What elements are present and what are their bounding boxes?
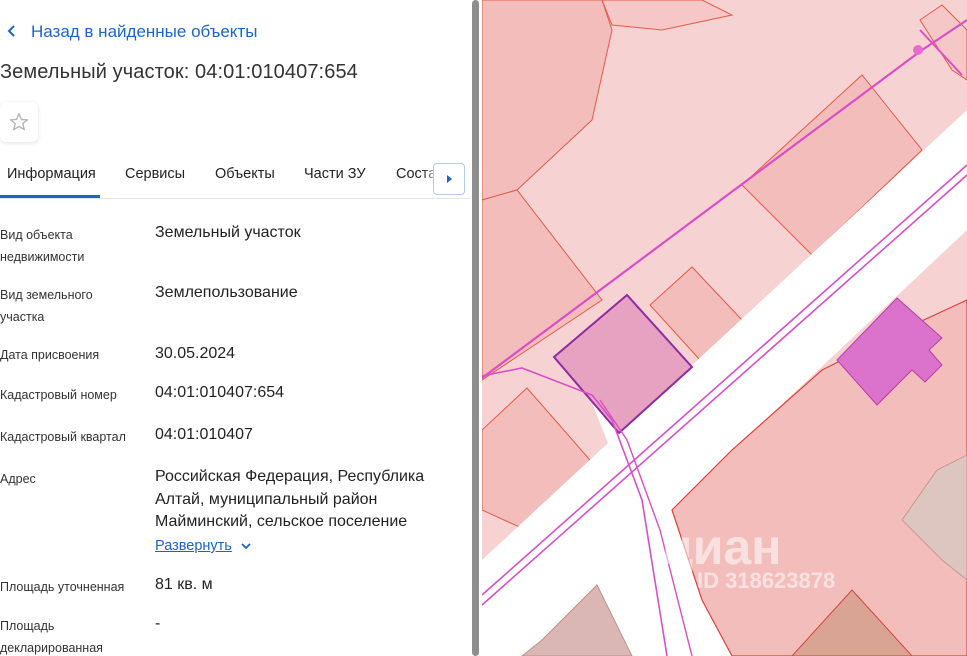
expand-label: Развернуть [155,538,232,554]
value-object-type: Земельный участок [155,224,301,241]
value-address: Российская Федерация, Республика Алтай, … [155,468,425,530]
star-icon [9,113,29,131]
panel-splitter[interactable] [471,0,481,656]
label-area: Площадь уточненная [0,580,125,594]
favorite-button[interactable] [0,102,38,142]
value-land-type: Землепользование [155,284,298,301]
value-cad-quarter: 04:01:010407 [155,426,253,443]
label-object-type: Вид объекта недвижимости [0,228,85,264]
value-declared-area: - [155,615,161,632]
expand-address-link[interactable]: Развернуть [155,538,252,554]
page-title: Земельный участок: 04:01:010407:654 [0,61,358,83]
tab-bar: Информация Сервисы Объекты Части ЗУ Сост… [0,158,470,199]
tab-parts[interactable]: Части ЗУ [304,166,366,182]
map-point [913,45,923,55]
label-cad-quarter: Кадастровый квартал [0,430,126,444]
parcel [919,4,967,81]
tab-objects[interactable]: Объекты [215,166,275,182]
value-cad-number: 04:01:010407:654 [155,384,285,401]
back-link-label: Назад в найденные объекты [31,22,258,41]
info-panel: Назад в найденные объекты Земельный учас… [0,0,470,656]
back-link[interactable]: Назад в найденные объекты [6,20,257,44]
caret-right-icon [447,175,452,183]
label-land-type: Вид земельного участка [0,288,93,324]
parcel [601,0,734,31]
watermark-id: ID 318623878 [697,568,836,593]
label-cad-number: Кадастровый номер [0,388,117,402]
parcel [482,0,613,201]
label-address: Адрес [0,472,36,486]
cadastral-map[interactable]: циан ID 318623878 [482,0,967,656]
value-date: 30.05.2024 [155,345,236,362]
chevron-left-icon [6,22,26,42]
label-declared-area: Площадь декларированная [0,619,103,655]
tab-info[interactable]: Информация [7,166,96,182]
chevron-down-icon [240,538,252,554]
label-date: Дата присвоения [0,348,100,362]
active-tab-indicator [0,195,100,198]
tab-services[interactable]: Сервисы [125,166,185,182]
tabs-scroll-right-button[interactable] [433,163,465,195]
value-area: 81 кв. м [155,576,213,593]
